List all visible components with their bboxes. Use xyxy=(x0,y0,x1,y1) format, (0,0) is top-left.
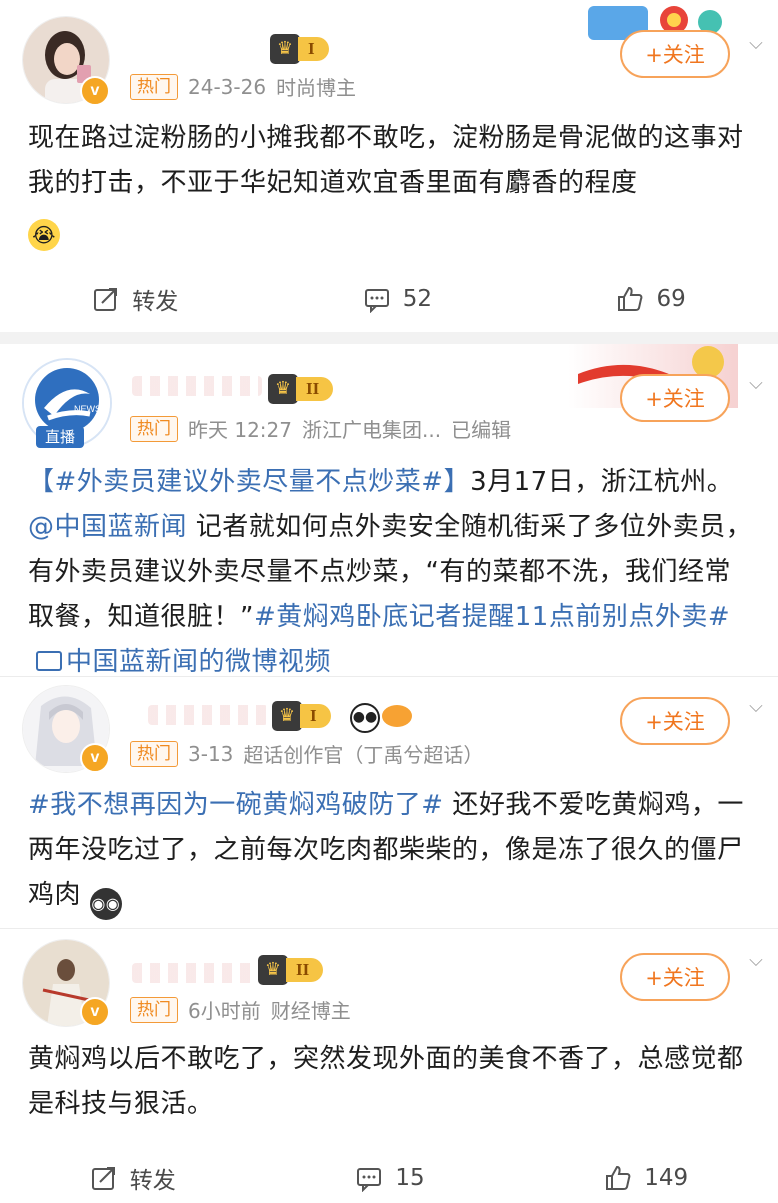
repost-button[interactable]: 转发 xyxy=(92,282,178,316)
username-blurred xyxy=(132,963,256,983)
like-button[interactable]: 69 xyxy=(616,285,686,313)
weibo-post-3: v ♛ I ●● 热门 3-13 超话创作官（丁禹兮超话） +关注 ⌵ #我不想… xyxy=(0,677,778,927)
comment-icon xyxy=(364,289,389,313)
comment-count: 52 xyxy=(402,286,432,312)
comment-count: 15 xyxy=(395,1165,425,1191)
username-blurred xyxy=(148,705,268,725)
weibo-post-1: v ♛ I 热门 24-3-26 时尚博主 +关注 ⌵ 现在路过淀粉肠的小摊我都… xyxy=(0,0,778,332)
post-content: 【#外卖员建议外卖尽量不点炒菜#】3月17日，浙江杭州。 @中国蓝新闻 记者就如… xyxy=(28,460,756,685)
post-meta: 热门 3-13 超话创作官（丁禹兮超话） xyxy=(130,739,483,768)
video-link-label: 中国蓝新闻的微博视频 xyxy=(66,647,332,677)
chevron-down-icon[interactable]: ⌵ xyxy=(746,34,766,54)
follow-button[interactable]: +关注 xyxy=(620,30,730,78)
post-date: 6小时前 xyxy=(188,999,261,1023)
chevron-down-icon[interactable]: ⌵ xyxy=(746,374,766,394)
action-bar: 转发 15 149 xyxy=(0,1153,778,1203)
post-meta: 热门 6小时前 财经博主 xyxy=(130,995,351,1024)
thumbs-up-icon xyxy=(618,286,643,311)
post-content: 黄焖鸡以后不敢吃了，突然发现外面的美食不香了，总感觉都是科技与狠活。 xyxy=(28,1037,756,1127)
topic-link[interactable]: #我不想再因为一碗黄焖鸡破防了# xyxy=(28,790,444,820)
post-text: 3月17日，浙江杭州。 xyxy=(470,467,734,497)
like-count: 149 xyxy=(644,1165,689,1191)
topic-link[interactable]: 【#外卖员建议外卖尽量不点炒菜#】 xyxy=(28,467,470,497)
username-blurred xyxy=(132,376,262,396)
hot-badge: 热门 xyxy=(130,740,178,767)
like-button[interactable]: 149 xyxy=(604,1164,688,1192)
post-meta: 热门 昨天 12:27 浙江广电集团... 已编辑 xyxy=(130,414,511,443)
member-level-badge: ♛ I xyxy=(272,701,331,731)
repost-icon xyxy=(91,1167,115,1190)
video-camera-icon xyxy=(36,651,62,671)
repost-label: 转发 xyxy=(132,289,179,315)
weibo-post-4: v ♛ II 热门 6小时前 财经博主 +关注 ⌵ 黄焖鸡以后不敢吃了，突然发现… xyxy=(0,929,778,1200)
post-divider xyxy=(0,332,778,344)
video-link[interactable]: 中国蓝新闻的微博视频 xyxy=(28,647,331,677)
crown-icon: ♛ xyxy=(270,34,300,64)
sad-face-emoji-icon: ◉◉ xyxy=(89,888,122,920)
level-label: I xyxy=(298,37,329,61)
edited-label: 已编辑 xyxy=(451,418,512,442)
hot-badge: 热门 xyxy=(130,73,178,100)
chevron-down-icon[interactable]: ⌵ xyxy=(746,951,766,971)
member-level-badge: ♛ II xyxy=(258,955,324,985)
crying-emoji-icon: 😭 xyxy=(28,219,60,251)
follow-button[interactable]: +关注 xyxy=(620,953,730,1001)
follow-button[interactable]: +关注 xyxy=(620,374,730,422)
post-content: 现在路过淀粉肠的小摊我都不敢吃，淀粉肠是骨泥做的这事对我的打击，不亚于华妃知道欢… xyxy=(28,116,756,251)
verified-badge-icon: v xyxy=(80,76,110,106)
repost-button[interactable]: 转发 xyxy=(90,1161,176,1195)
weibo-post-2: NEWS 直播 ♛ II 热门 昨天 12:27 浙江广电集团... 已编辑 +… xyxy=(0,344,778,677)
post-text: 现在路过淀粉肠的小摊我都不敢吃，淀粉肠是骨泥做的这事对我的打击，不亚于华妃知道欢… xyxy=(28,123,744,198)
crown-icon: ♛ xyxy=(258,955,288,985)
author-role: 财经博主 xyxy=(270,999,351,1023)
avatar-news-label: NEWS xyxy=(74,404,101,414)
hot-badge: 热门 xyxy=(130,996,178,1023)
level-label: II xyxy=(296,377,334,401)
level-label: I xyxy=(300,704,331,728)
post-meta: 热门 24-3-26 时尚博主 xyxy=(130,72,356,101)
mention-link[interactable]: @中国蓝新闻 xyxy=(28,512,187,542)
member-level-badge: ♛ I xyxy=(270,34,329,64)
author-role: 浙江广电集团... xyxy=(302,418,442,442)
live-badge: 直播 xyxy=(36,426,84,448)
like-count: 69 xyxy=(656,286,686,312)
chevron-down-icon[interactable]: ⌵ xyxy=(746,697,766,717)
action-bar: 转发 52 69 xyxy=(0,274,778,324)
repost-icon xyxy=(94,288,118,311)
fish-icon xyxy=(382,705,412,727)
comment-button[interactable]: 15 xyxy=(355,1164,425,1192)
author-role: 时尚博主 xyxy=(276,76,357,100)
topic-link[interactable]: #黄焖鸡卧底记者提醒11点前别点外卖# xyxy=(254,602,730,632)
hot-badge: 热门 xyxy=(130,415,178,442)
post-date: 3-13 xyxy=(188,741,234,766)
crown-icon: ♛ xyxy=(272,701,302,731)
member-level-badge: ♛ II xyxy=(268,374,334,404)
verified-badge-icon: v xyxy=(80,997,110,1027)
post-text: 黄焖鸡以后不敢吃了，突然发现外面的美食不香了，总感觉都是科技与狠活。 xyxy=(28,1044,744,1119)
thumbs-up-icon xyxy=(606,1165,631,1190)
level-label: II xyxy=(286,958,324,982)
panda-icon: ●● xyxy=(350,703,380,733)
repost-label: 转发 xyxy=(129,1168,176,1194)
author-role: 超话创作官（丁禹兮超话） xyxy=(243,743,484,767)
verified-badge-icon: v xyxy=(80,743,110,773)
post-content: #我不想再因为一碗黄焖鸡破防了# 还好我不爱吃黄焖鸡，一两年没吃过了，之前每次吃… xyxy=(28,783,756,920)
post-date: 昨天 12:27 xyxy=(188,418,292,442)
follow-button[interactable]: +关注 xyxy=(620,697,730,745)
crown-icon: ♛ xyxy=(268,374,298,404)
comment-icon xyxy=(357,1168,382,1192)
post-date: 24-3-26 xyxy=(188,74,267,99)
comment-button[interactable]: 52 xyxy=(363,285,432,313)
